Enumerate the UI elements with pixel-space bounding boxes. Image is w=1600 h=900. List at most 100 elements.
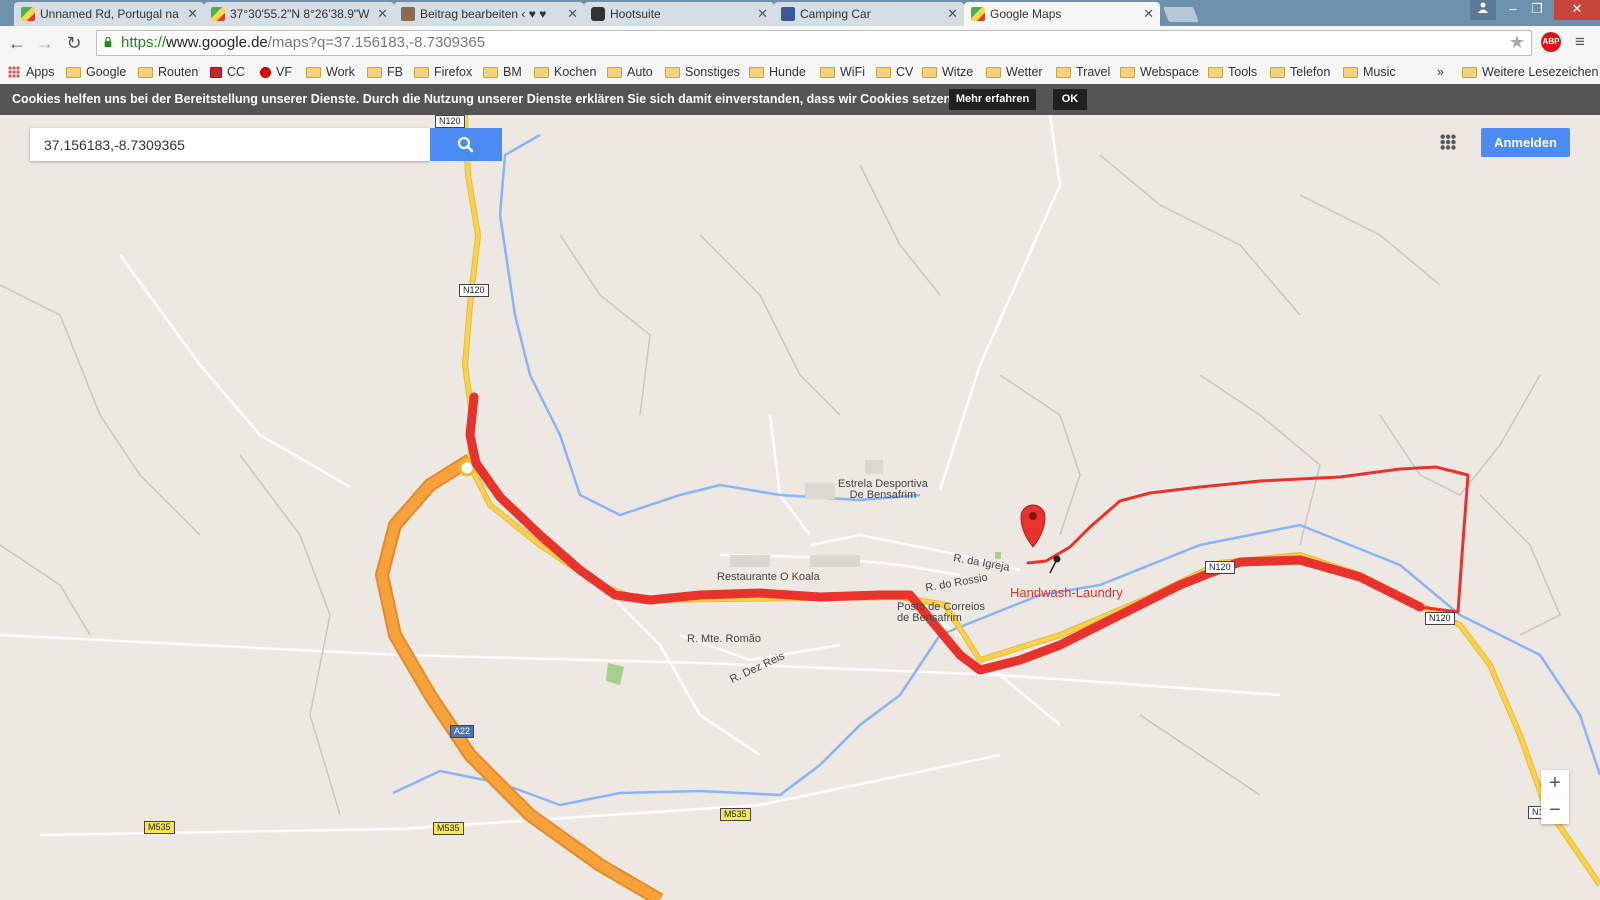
- facebook-icon: [781, 7, 795, 21]
- road-shield-m535: M535: [144, 821, 175, 834]
- bookmark-other-folder[interactable]: Weitere Lesezeichen: [1462, 60, 1599, 84]
- maps-search-input[interactable]: [30, 128, 430, 161]
- tab-title: Google Maps: [990, 7, 1062, 21]
- zoom-out-button[interactable]: −: [1541, 797, 1569, 824]
- close-icon[interactable]: ✕: [377, 2, 388, 26]
- folder-icon: [922, 67, 937, 78]
- close-icon[interactable]: ✕: [757, 2, 768, 26]
- tab-title: 37°30'55.2"N 8°26'38.9"W: [230, 7, 370, 21]
- forward-icon[interactable]: →: [34, 32, 56, 54]
- bookmark-folder[interactable]: Firefox: [414, 60, 472, 84]
- map-label-restaurant[interactable]: Restaurante O Koala: [717, 571, 820, 583]
- bookmark-folder[interactable]: FB: [367, 60, 403, 84]
- minimize-icon[interactable]: –: [1502, 0, 1524, 20]
- folder-icon: [483, 67, 498, 78]
- bookmarks-overflow-button[interactable]: »: [1437, 60, 1444, 84]
- bookmark-folder[interactable]: Routen: [138, 60, 198, 84]
- bookmark-star-icon[interactable]: ★: [1509, 32, 1525, 53]
- map-canvas[interactable]: Anmelden Estrela Desportiva De Bensafrim…: [0, 115, 1600, 900]
- search-icon: [457, 136, 474, 153]
- tab-hootsuite[interactable]: Hootsuite ✕: [584, 2, 774, 26]
- bookmark-label: Witze: [942, 65, 974, 79]
- bookmark-label: Routen: [158, 65, 199, 79]
- tab-beitrag[interactable]: Beitrag bearbeiten ‹ ♥ ♥ ✕: [394, 2, 584, 26]
- url-path: /maps?q=37.156183,-8.7309365: [267, 34, 486, 51]
- bookmark-folder[interactable]: Sonstiges: [665, 60, 740, 84]
- bookmark-label: Wetter: [1006, 65, 1043, 79]
- folder-icon: [1056, 67, 1071, 78]
- google-maps-icon: [21, 7, 35, 21]
- road-shield-n120: N120: [459, 284, 489, 297]
- bookmark-folder[interactable]: WiFi: [820, 60, 865, 84]
- bookmark-label: CC: [227, 65, 246, 79]
- bookmark-folder[interactable]: Witze: [922, 60, 973, 84]
- google-apps-grid-icon[interactable]: [1440, 134, 1456, 150]
- bookmark-label: Webspace: [1140, 65, 1199, 79]
- sign-in-button[interactable]: Anmelden: [1481, 128, 1570, 157]
- cookie-ok-button[interactable]: OK: [1053, 89, 1087, 110]
- tab-title: Beitrag bearbeiten ‹ ♥ ♥: [420, 7, 547, 21]
- tab-camping-car[interactable]: Camping Car ✕: [774, 2, 964, 26]
- bookmark-label: Travel: [1076, 65, 1111, 79]
- google-maps-icon: [971, 7, 985, 21]
- new-tab-button[interactable]: [1163, 7, 1199, 22]
- bookmark-folder[interactable]: Tools: [1208, 60, 1257, 84]
- back-icon[interactable]: ←: [6, 32, 28, 54]
- close-icon[interactable]: ✕: [1143, 2, 1154, 26]
- folder-icon: [665, 67, 680, 78]
- bookmark-folder[interactable]: Kochen: [534, 60, 596, 84]
- bookmark-apps[interactable]: Apps: [8, 60, 55, 84]
- bookmark-folder[interactable]: Work: [306, 60, 355, 84]
- reload-icon[interactable]: ↻: [63, 32, 85, 54]
- bookmark-folder[interactable]: Hunde: [749, 60, 806, 84]
- bookmark-folder[interactable]: BM: [483, 60, 522, 84]
- close-icon[interactable]: ✕: [947, 2, 958, 26]
- bookmark-folder[interactable]: Webspace: [1120, 60, 1199, 84]
- tab-unnamed-rd[interactable]: Unnamed Rd, Portugal na ✕: [14, 2, 204, 26]
- bookmark-label: Telefon: [1290, 65, 1331, 79]
- tab-google-maps[interactable]: Google Maps ✕: [964, 2, 1160, 26]
- close-icon[interactable]: ✕: [567, 2, 578, 26]
- bookmark-folder[interactable]: Telefon: [1270, 60, 1330, 84]
- address-bar[interactable]: https://www.google.de/maps?q=37.156183,-…: [96, 30, 1532, 56]
- bookmark-folder[interactable]: Travel: [1056, 60, 1110, 84]
- url-scheme: https://: [121, 34, 167, 51]
- tab-coordinates[interactable]: 37°30'55.2"N 8°26'38.9"W ✕: [204, 2, 394, 26]
- vodafone-icon: [260, 67, 271, 78]
- bookmark-label: VF: [276, 65, 292, 79]
- profile-icon[interactable]: [1470, 0, 1496, 20]
- map-label-post-office[interactable]: Posto de Correios de Bensafrim: [897, 602, 985, 624]
- bookmark-folder[interactable]: VF: [260, 60, 292, 84]
- map-label-club[interactable]: Estrela Desportiva De Bensafrim: [838, 479, 928, 501]
- bookmark-label: Weitere Lesezeichen: [1482, 65, 1599, 79]
- restore-icon[interactable]: ❐: [1526, 0, 1548, 20]
- bookmark-label: Hunde: [769, 65, 806, 79]
- folder-icon: [876, 67, 891, 78]
- folder-icon: [749, 67, 764, 78]
- bookmark-folder[interactable]: CC: [210, 60, 245, 84]
- hootsuite-icon: [591, 7, 605, 21]
- folder-icon: [138, 67, 153, 78]
- lock-icon: [104, 37, 112, 47]
- bookmark-label: Music: [1363, 65, 1396, 79]
- tab-title: Hootsuite: [610, 7, 661, 21]
- bookmark-label: FB: [387, 65, 403, 79]
- zoom-in-button[interactable]: +: [1541, 770, 1569, 797]
- bookmark-folder[interactable]: CV: [876, 60, 913, 84]
- bookmark-folder[interactable]: Google: [66, 60, 126, 84]
- folder-icon: [367, 67, 382, 78]
- learn-more-button[interactable]: Mehr erfahren: [949, 89, 1036, 110]
- adblock-plus-icon[interactable]: ABP: [1541, 32, 1561, 52]
- bookmark-label: Apps: [26, 65, 55, 79]
- apps-grid-icon: [8, 66, 20, 78]
- maps-search-button[interactable]: [430, 128, 502, 161]
- bookmark-folder[interactable]: Music: [1343, 60, 1396, 84]
- close-icon[interactable]: ✕: [187, 2, 198, 26]
- window-close-icon[interactable]: ✕: [1554, 0, 1600, 20]
- browser-toolbar: ← → ↻ https://www.google.de/maps?q=37.15…: [0, 26, 1600, 61]
- bookmark-folder[interactable]: Wetter: [986, 60, 1043, 84]
- tab-title: Unnamed Rd, Portugal na: [40, 7, 179, 21]
- bookmark-label: Tools: [1228, 65, 1258, 79]
- bookmark-folder[interactable]: Auto: [607, 60, 653, 84]
- hamburger-menu-icon[interactable]: ≡: [1575, 33, 1585, 50]
